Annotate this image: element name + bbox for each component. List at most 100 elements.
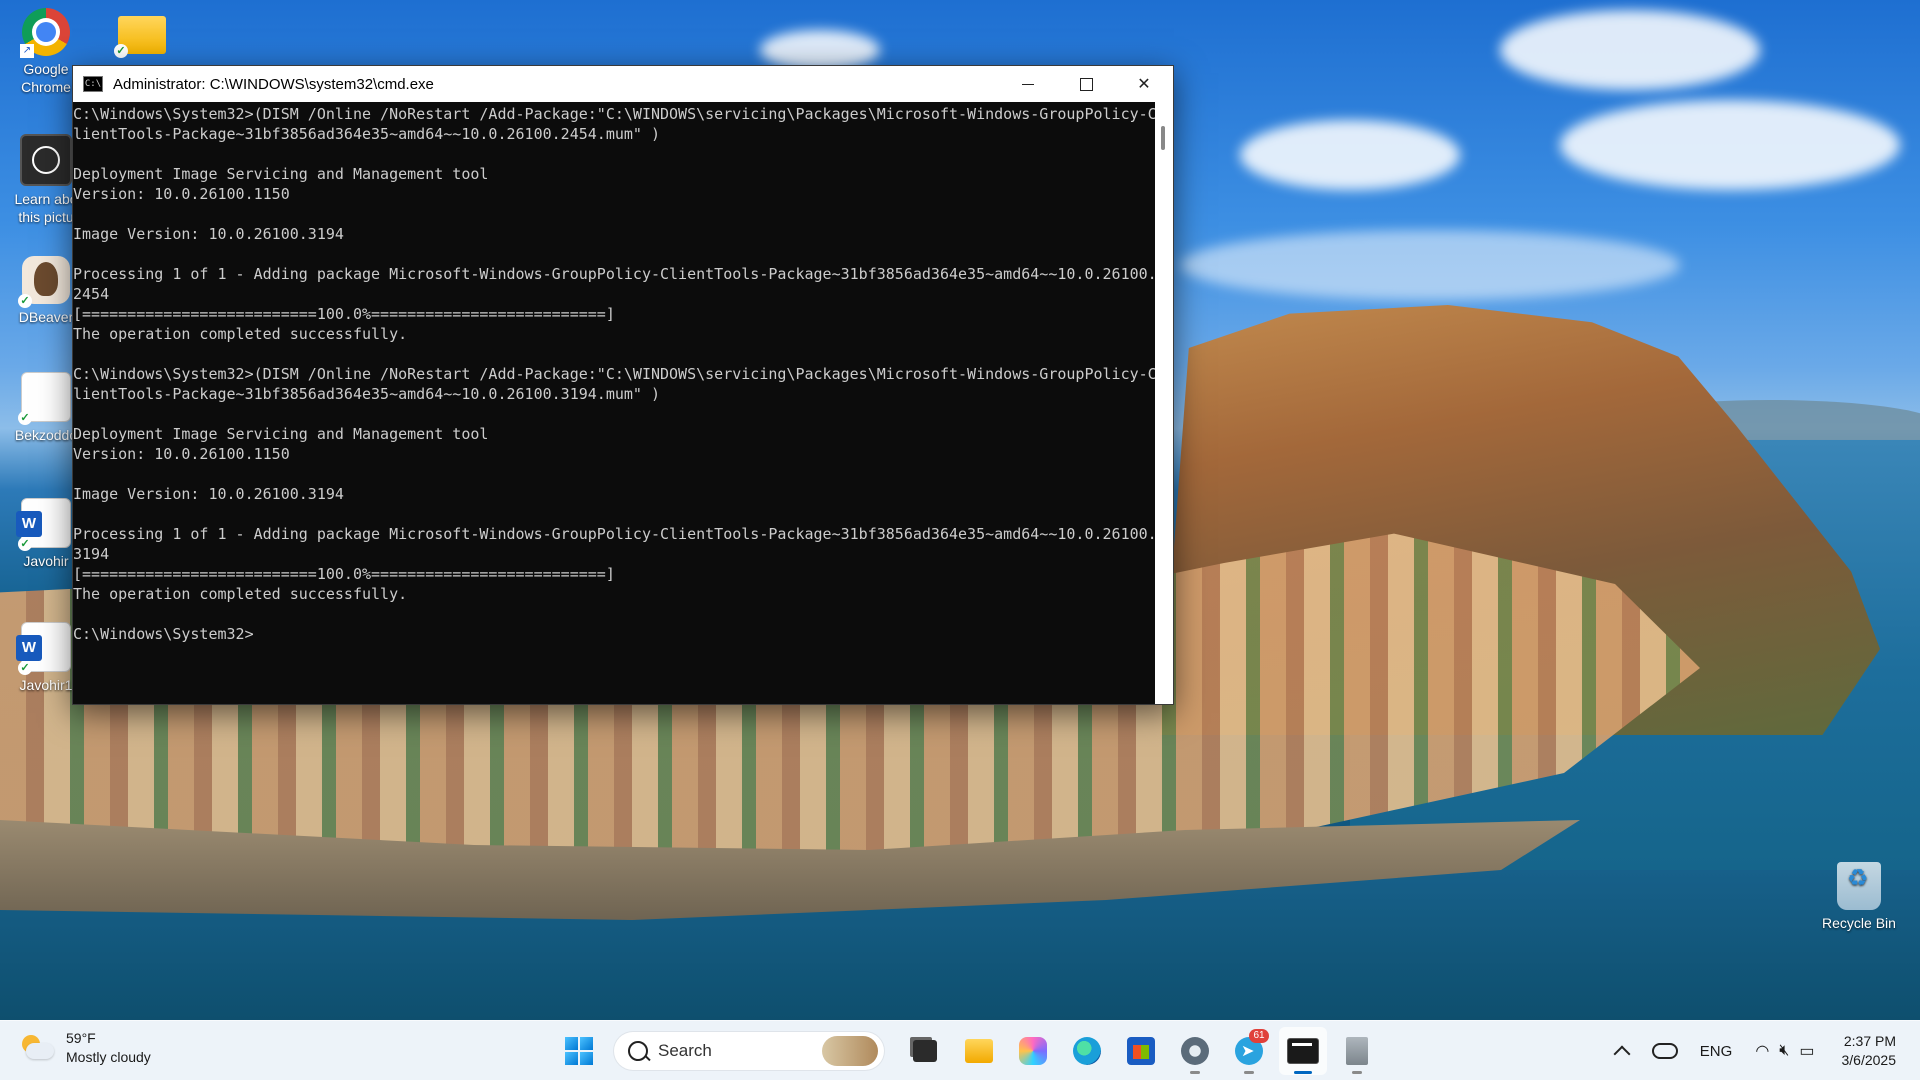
sync-check-icon: ✓ bbox=[18, 294, 32, 308]
microsoft-store-icon bbox=[1127, 1037, 1155, 1065]
console-line: Version: 10.0.26100.1150 bbox=[73, 445, 290, 463]
wifi-icon: ◠ bbox=[1755, 1043, 1770, 1060]
console-line: Processing 1 of 1 - Adding package Micro… bbox=[73, 525, 1155, 543]
cmd-scrollbar[interactable] bbox=[1155, 102, 1173, 704]
console-line: Version: 10.0.26100.1150 bbox=[73, 185, 290, 203]
word-logo-icon: W bbox=[16, 511, 42, 537]
language-indicator[interactable]: ENG bbox=[1700, 1043, 1733, 1060]
copilot-icon bbox=[1019, 1037, 1047, 1065]
system-tray: ENG ◠ 🔇︎ ▭ 2:37 PM 3/6/2025 bbox=[1604, 1021, 1920, 1080]
console-line: [==========================100.0%=======… bbox=[73, 565, 615, 583]
terminal-icon bbox=[1287, 1038, 1319, 1064]
search-highlight-art bbox=[822, 1036, 878, 1066]
cmd-output[interactable]: C:\Windows\System32>(DISM /Online /NoRes… bbox=[73, 102, 1155, 704]
volume-muted-icon: 🔇︎ bbox=[1779, 1042, 1790, 1059]
clock-time: 2:37 PM bbox=[1843, 1033, 1896, 1049]
word-logo-icon: W bbox=[16, 635, 42, 661]
show-hidden-icons-chevron-icon[interactable] bbox=[1613, 1045, 1631, 1063]
cmd-window[interactable]: C:\ Administrator: C:\WINDOWS\system32\c… bbox=[72, 65, 1174, 705]
word-document-icon: W ✓ bbox=[16, 498, 71, 551]
console-line: lientTools-Package~31bf3856ad364e35~amd6… bbox=[73, 385, 660, 403]
console-line: Deployment Image Servicing and Managemen… bbox=[73, 425, 489, 443]
shortcut-arrow-icon: ↗ bbox=[20, 44, 34, 58]
onedrive-icon[interactable] bbox=[1651, 1043, 1678, 1059]
recycle-bin-icon bbox=[1837, 862, 1881, 910]
dbeaver-icon: ✓ bbox=[18, 256, 70, 308]
archive-icon bbox=[1346, 1037, 1368, 1065]
word-document-icon: ✓ bbox=[18, 372, 71, 425]
console-line: The operation completed successfully. bbox=[73, 325, 408, 343]
folder-icon: ✓ bbox=[114, 16, 166, 58]
partly-cloudy-icon bbox=[20, 1035, 54, 1061]
battery-icon: ▭ bbox=[1799, 1043, 1815, 1060]
minimize-button[interactable] bbox=[999, 66, 1057, 102]
edge-button[interactable] bbox=[1063, 1027, 1111, 1075]
windows-logo-icon bbox=[565, 1037, 593, 1065]
taskbar-search[interactable]: Search bbox=[614, 1032, 884, 1070]
console-line: Image Version: 10.0.26100.3194 bbox=[73, 225, 344, 243]
camera-icon bbox=[20, 134, 72, 186]
sync-check-icon: ✓ bbox=[18, 661, 32, 675]
terminal-button[interactable] bbox=[1279, 1027, 1327, 1075]
copilot-button[interactable] bbox=[1009, 1027, 1057, 1075]
scrollbar-thumb[interactable] bbox=[1161, 126, 1165, 150]
console-line: Deployment Image Servicing and Managemen… bbox=[73, 165, 489, 183]
console-line: 3194 bbox=[73, 545, 110, 563]
console-line: C:\Windows\System32>(DISM /Online /NoRes… bbox=[73, 105, 1155, 123]
desktop-icon-folder[interactable]: ✓ bbox=[102, 8, 182, 58]
taskbar-apps: Search 61 bbox=[552, 1027, 1384, 1075]
console-line: [==========================100.0%=======… bbox=[73, 305, 615, 323]
cloud bbox=[1180, 230, 1680, 300]
desktop-icon-recycle-bin[interactable]: Recycle Bin bbox=[1812, 862, 1906, 932]
archive-app-button[interactable] bbox=[1333, 1027, 1381, 1075]
sync-check-icon: ✓ bbox=[18, 411, 32, 425]
clock-date: 3/6/2025 bbox=[1841, 1052, 1897, 1068]
cmd-titlebar[interactable]: C:\ Administrator: C:\WINDOWS\system32\c… bbox=[73, 66, 1173, 102]
weather-temp: 59°F bbox=[66, 1030, 96, 1046]
console-line: 2454 bbox=[73, 285, 110, 303]
cmd-app-icon: C:\ bbox=[83, 76, 103, 92]
cloud bbox=[1240, 120, 1460, 190]
word-document-icon: W ✓ bbox=[16, 622, 71, 675]
cmd-title: Administrator: C:\WINDOWS\system32\cmd.e… bbox=[113, 75, 434, 93]
sync-check-icon: ✓ bbox=[18, 537, 32, 551]
weather-condition: Mostly cloudy bbox=[66, 1049, 151, 1065]
desktop-icon-label: Recycle Bin bbox=[1822, 915, 1896, 931]
console-line: C:\Windows\System32> bbox=[73, 625, 254, 643]
task-view-icon bbox=[913, 1040, 937, 1062]
sync-check-icon: ✓ bbox=[114, 44, 128, 58]
quick-settings[interactable]: ◠ 🔇︎ ▭ bbox=[1750, 1041, 1819, 1061]
notification-badge: 61 bbox=[1249, 1029, 1269, 1043]
maximize-button[interactable] bbox=[1057, 66, 1115, 102]
cloud bbox=[760, 30, 880, 70]
search-label: Search bbox=[658, 1041, 712, 1060]
cloud bbox=[1560, 100, 1900, 190]
settings-button[interactable] bbox=[1171, 1027, 1219, 1075]
console-line: C:\Windows\System32>(DISM /Online /NoRes… bbox=[73, 365, 1155, 383]
console-line: Processing 1 of 1 - Adding package Micro… bbox=[73, 265, 1155, 283]
file-explorer-icon bbox=[965, 1039, 993, 1063]
task-view-button[interactable] bbox=[901, 1027, 949, 1075]
console-line: Image Version: 10.0.26100.3194 bbox=[73, 485, 344, 503]
start-button[interactable] bbox=[555, 1027, 603, 1075]
clock[interactable]: 2:37 PM 3/6/2025 bbox=[1842, 1032, 1897, 1070]
store-button[interactable] bbox=[1117, 1027, 1165, 1075]
cloud bbox=[1500, 10, 1760, 90]
console-line: The operation completed successfully. bbox=[73, 585, 408, 603]
taskbar: 59°F Mostly cloudy Search 61 ENG bbox=[0, 1020, 1920, 1080]
file-explorer-button[interactable] bbox=[955, 1027, 1003, 1075]
weather-widget[interactable]: 59°F Mostly cloudy bbox=[20, 1029, 151, 1067]
close-button[interactable]: ✕ bbox=[1115, 66, 1173, 102]
console-line: lientTools-Package~31bf3856ad364e35~amd6… bbox=[73, 125, 660, 143]
gear-icon bbox=[1181, 1037, 1209, 1065]
telegram-button[interactable]: 61 bbox=[1225, 1027, 1273, 1075]
chrome-icon: ↗ bbox=[20, 8, 70, 58]
